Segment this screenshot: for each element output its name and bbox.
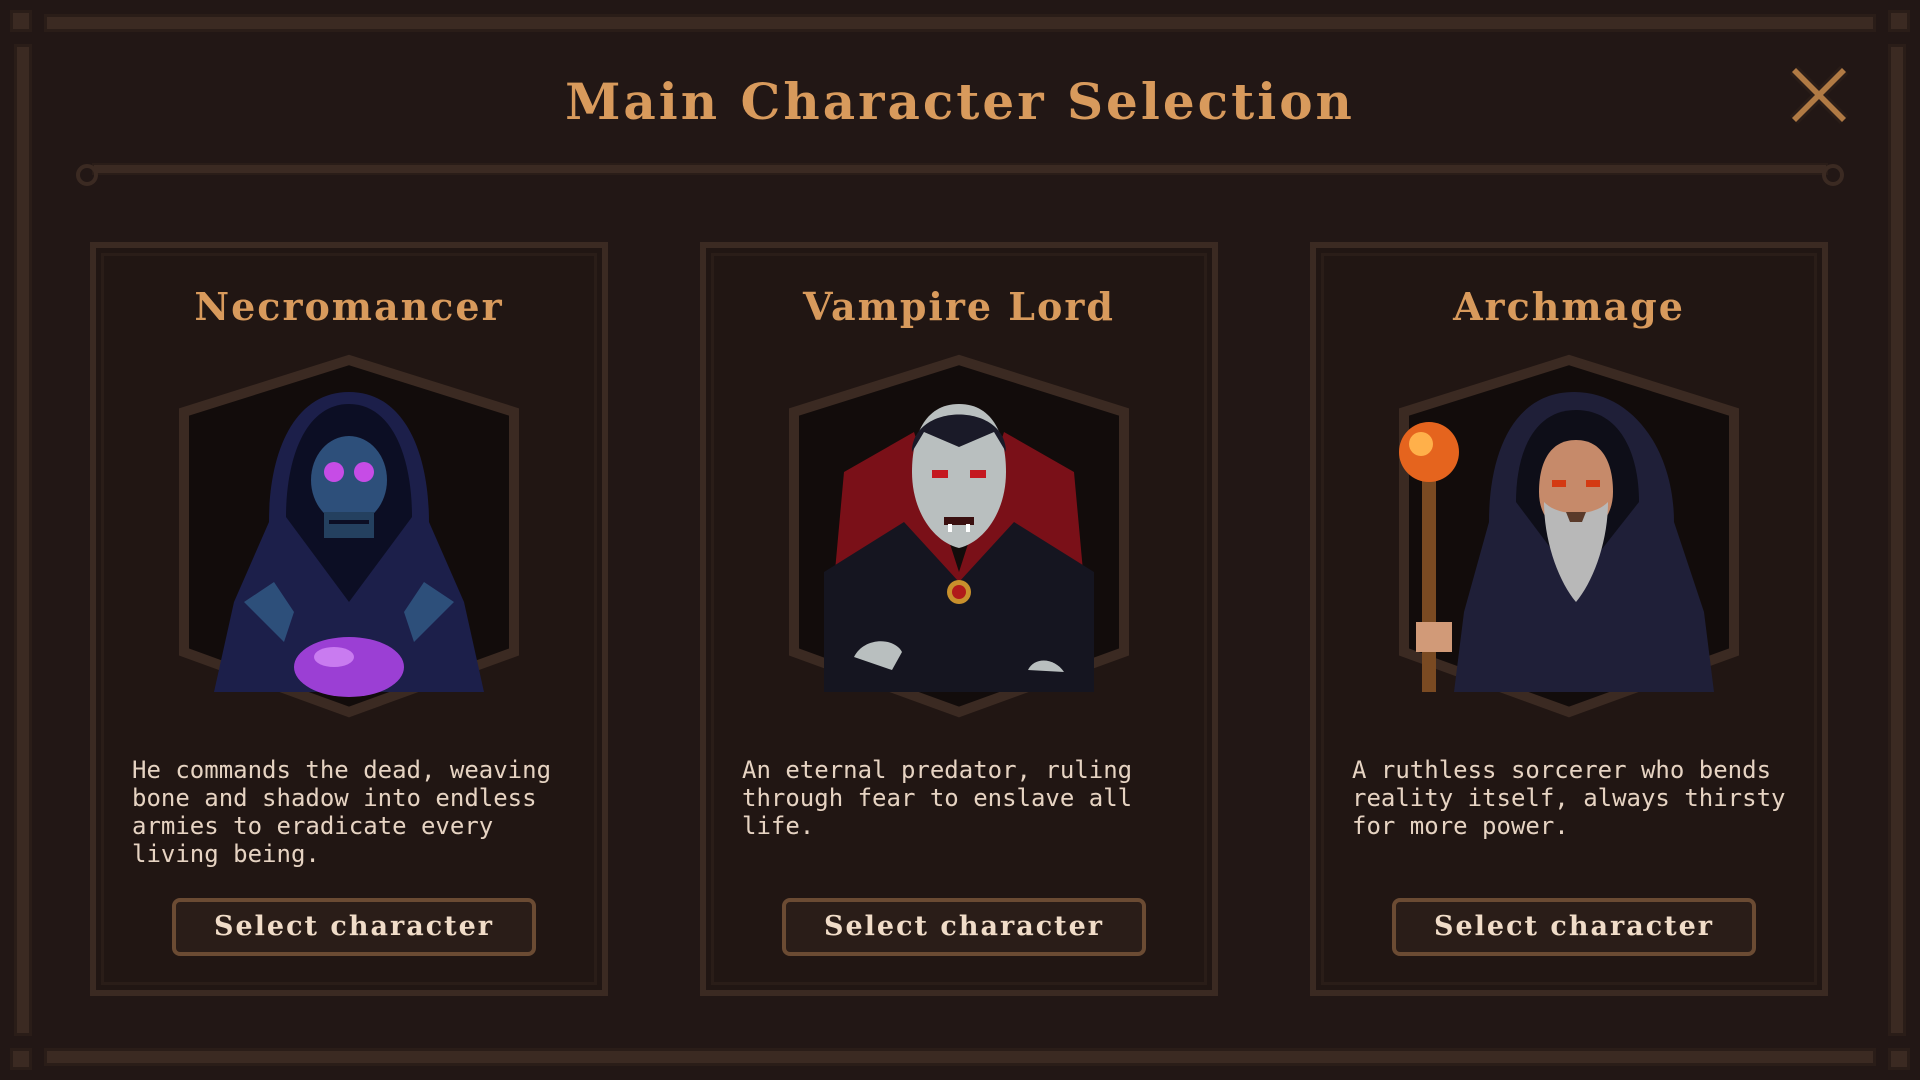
frame-border-top	[44, 14, 1876, 32]
character-card-archmage[interactable]: Archmage A ruthless sorcerer who bends r…	[1310, 242, 1828, 996]
character-name: Archmage	[1453, 284, 1685, 329]
select-character-button[interactable]: Select character	[1392, 898, 1756, 956]
character-name: Necromancer	[194, 284, 504, 329]
title-divider	[76, 160, 1844, 186]
archmage-portrait-icon	[1394, 352, 1744, 722]
character-name: Vampire Lord	[803, 284, 1115, 329]
close-button[interactable]	[1784, 62, 1854, 132]
frame-corner	[10, 1048, 32, 1070]
necromancer-portrait-icon	[174, 352, 524, 722]
page-title: Main Character Selection	[565, 72, 1355, 131]
frame-border-left	[14, 44, 32, 1036]
frame-corner	[1888, 1048, 1910, 1070]
character-selection-screen: Main Character Selection Necromancer He …	[0, 0, 1920, 1080]
character-description: An eternal predator, ruling through fear…	[742, 756, 1133, 840]
select-character-button[interactable]: Select character	[172, 898, 536, 956]
close-icon	[1790, 66, 1848, 124]
character-card-vampire-lord[interactable]: Vampire Lord An eternal predator, ruling…	[700, 242, 1218, 996]
frame-border-right	[1888, 44, 1906, 1036]
character-card-necromancer[interactable]: Necromancer He commands the dead, weavin…	[90, 242, 608, 996]
frame-corner	[10, 10, 32, 32]
character-description: A ruthless sorcerer who bends reality it…	[1352, 756, 1786, 840]
select-character-button[interactable]: Select character	[782, 898, 1146, 956]
character-description: He commands the dead, weaving bone and s…	[132, 756, 552, 868]
frame-border-bottom	[44, 1048, 1876, 1066]
frame-corner	[1888, 10, 1910, 32]
vampire-lord-portrait-icon	[784, 352, 1134, 722]
